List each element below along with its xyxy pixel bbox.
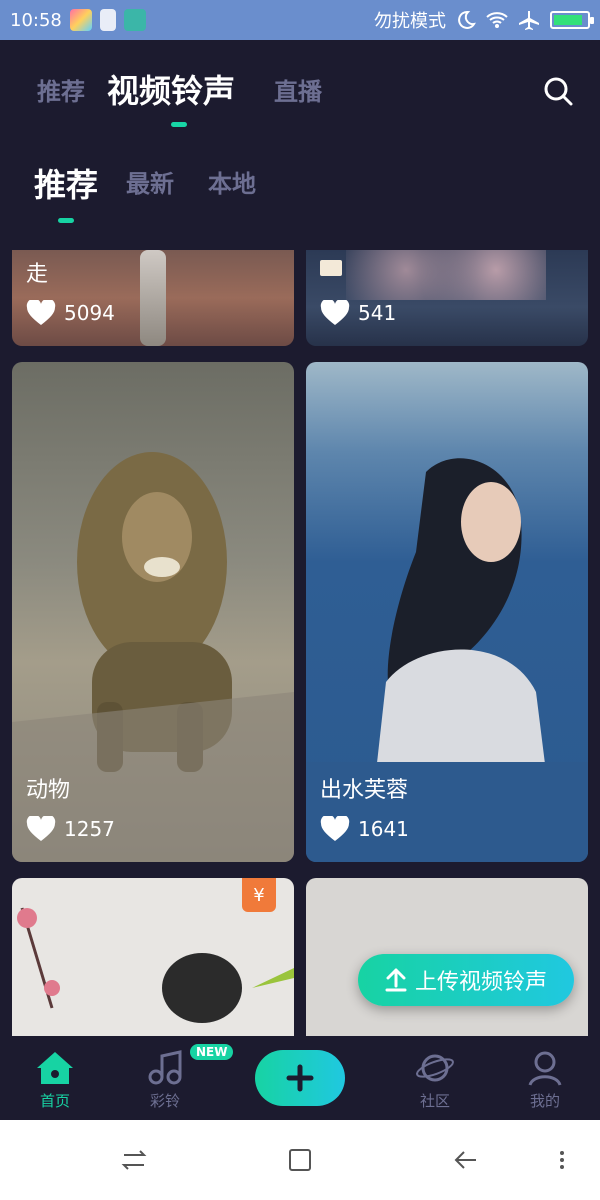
active-tab-indicator: [171, 122, 187, 127]
subtab-recommend[interactable]: 推荐: [34, 160, 98, 206]
nav-mine[interactable]: 我的: [510, 1050, 580, 1111]
upload-video-ringtone-button[interactable]: 上传视频铃声: [358, 954, 574, 1006]
system-nav-bar: [0, 1120, 600, 1200]
wifi-icon: [486, 12, 508, 28]
battery-icon: [550, 11, 594, 29]
video-title: 动物: [26, 778, 71, 803]
video-title: 出水芙蓉: [320, 778, 409, 803]
airplane-icon: [519, 11, 539, 30]
like-count: 1641: [320, 816, 409, 842]
cleaner-icon: [99, 9, 116, 31]
heart-icon: [26, 300, 56, 325]
heart-icon: [26, 816, 56, 841]
paid-badge: ¥: [242, 878, 276, 912]
recent-apps-icon[interactable]: [120, 1146, 148, 1174]
plus-icon: [286, 1064, 314, 1092]
bottom-nav: 首页 彩铃 NEW 社区 我的: [0, 1036, 600, 1120]
status-time: 10:58: [10, 9, 62, 31]
upload-label: 上传视频铃声: [414, 970, 547, 995]
moon-icon: [458, 10, 476, 29]
video-card[interactable]: 走 5094: [12, 250, 294, 346]
app-notification-icon: [69, 9, 92, 31]
usb-icon: [123, 9, 146, 31]
nav-home[interactable]: 首页: [20, 1050, 90, 1111]
video-card[interactable]: 541: [306, 250, 588, 346]
tab-live[interactable]: 直播: [274, 72, 322, 107]
like-count: 5094: [26, 300, 115, 326]
envelope-icon: [320, 260, 342, 276]
subtab-latest[interactable]: 最新: [126, 164, 174, 199]
back-arrow-icon[interactable]: [452, 1146, 480, 1174]
home-icon: [37, 1052, 73, 1084]
tab-video-ringtone[interactable]: 视频铃声: [107, 66, 235, 112]
nav-community[interactable]: 社区: [400, 1050, 470, 1111]
like-count: 541: [320, 300, 396, 326]
video-thumbnail-figure: [140, 250, 166, 346]
video-card[interactable]: ¥: [12, 878, 294, 1038]
status-mode-label: 勿扰模式: [374, 11, 446, 32]
video-card[interactable]: 动物 1257: [12, 362, 294, 862]
user-icon: [528, 1051, 562, 1086]
status-bar: 10:58 勿扰模式: [0, 0, 600, 40]
heart-icon: [320, 816, 350, 841]
music-note-icon: [148, 1050, 182, 1085]
subtab-local[interactable]: 本地: [208, 164, 256, 199]
tab-recommend[interactable]: 推荐: [37, 72, 85, 107]
video-card[interactable]: 出水芙蓉 1641: [306, 362, 588, 862]
create-button[interactable]: [255, 1050, 345, 1106]
heart-icon: [320, 300, 350, 325]
planet-icon: [416, 1054, 454, 1082]
top-nav: 推荐 视频铃声 直播: [0, 40, 600, 130]
video-title: 走: [26, 262, 49, 287]
new-badge: NEW: [190, 1044, 234, 1060]
more-icon[interactable]: [556, 1146, 568, 1174]
search-icon[interactable]: [543, 76, 573, 106]
nav-ring[interactable]: 彩铃: [130, 1050, 200, 1111]
subtab-indicator: [58, 218, 74, 223]
upload-icon: [385, 968, 407, 992]
home-square-icon[interactable]: [286, 1146, 314, 1174]
sub-nav: 推荐 最新 本地: [0, 140, 600, 240]
like-count: 1257: [26, 816, 115, 842]
video-thumbnail-flowers: [346, 250, 546, 300]
